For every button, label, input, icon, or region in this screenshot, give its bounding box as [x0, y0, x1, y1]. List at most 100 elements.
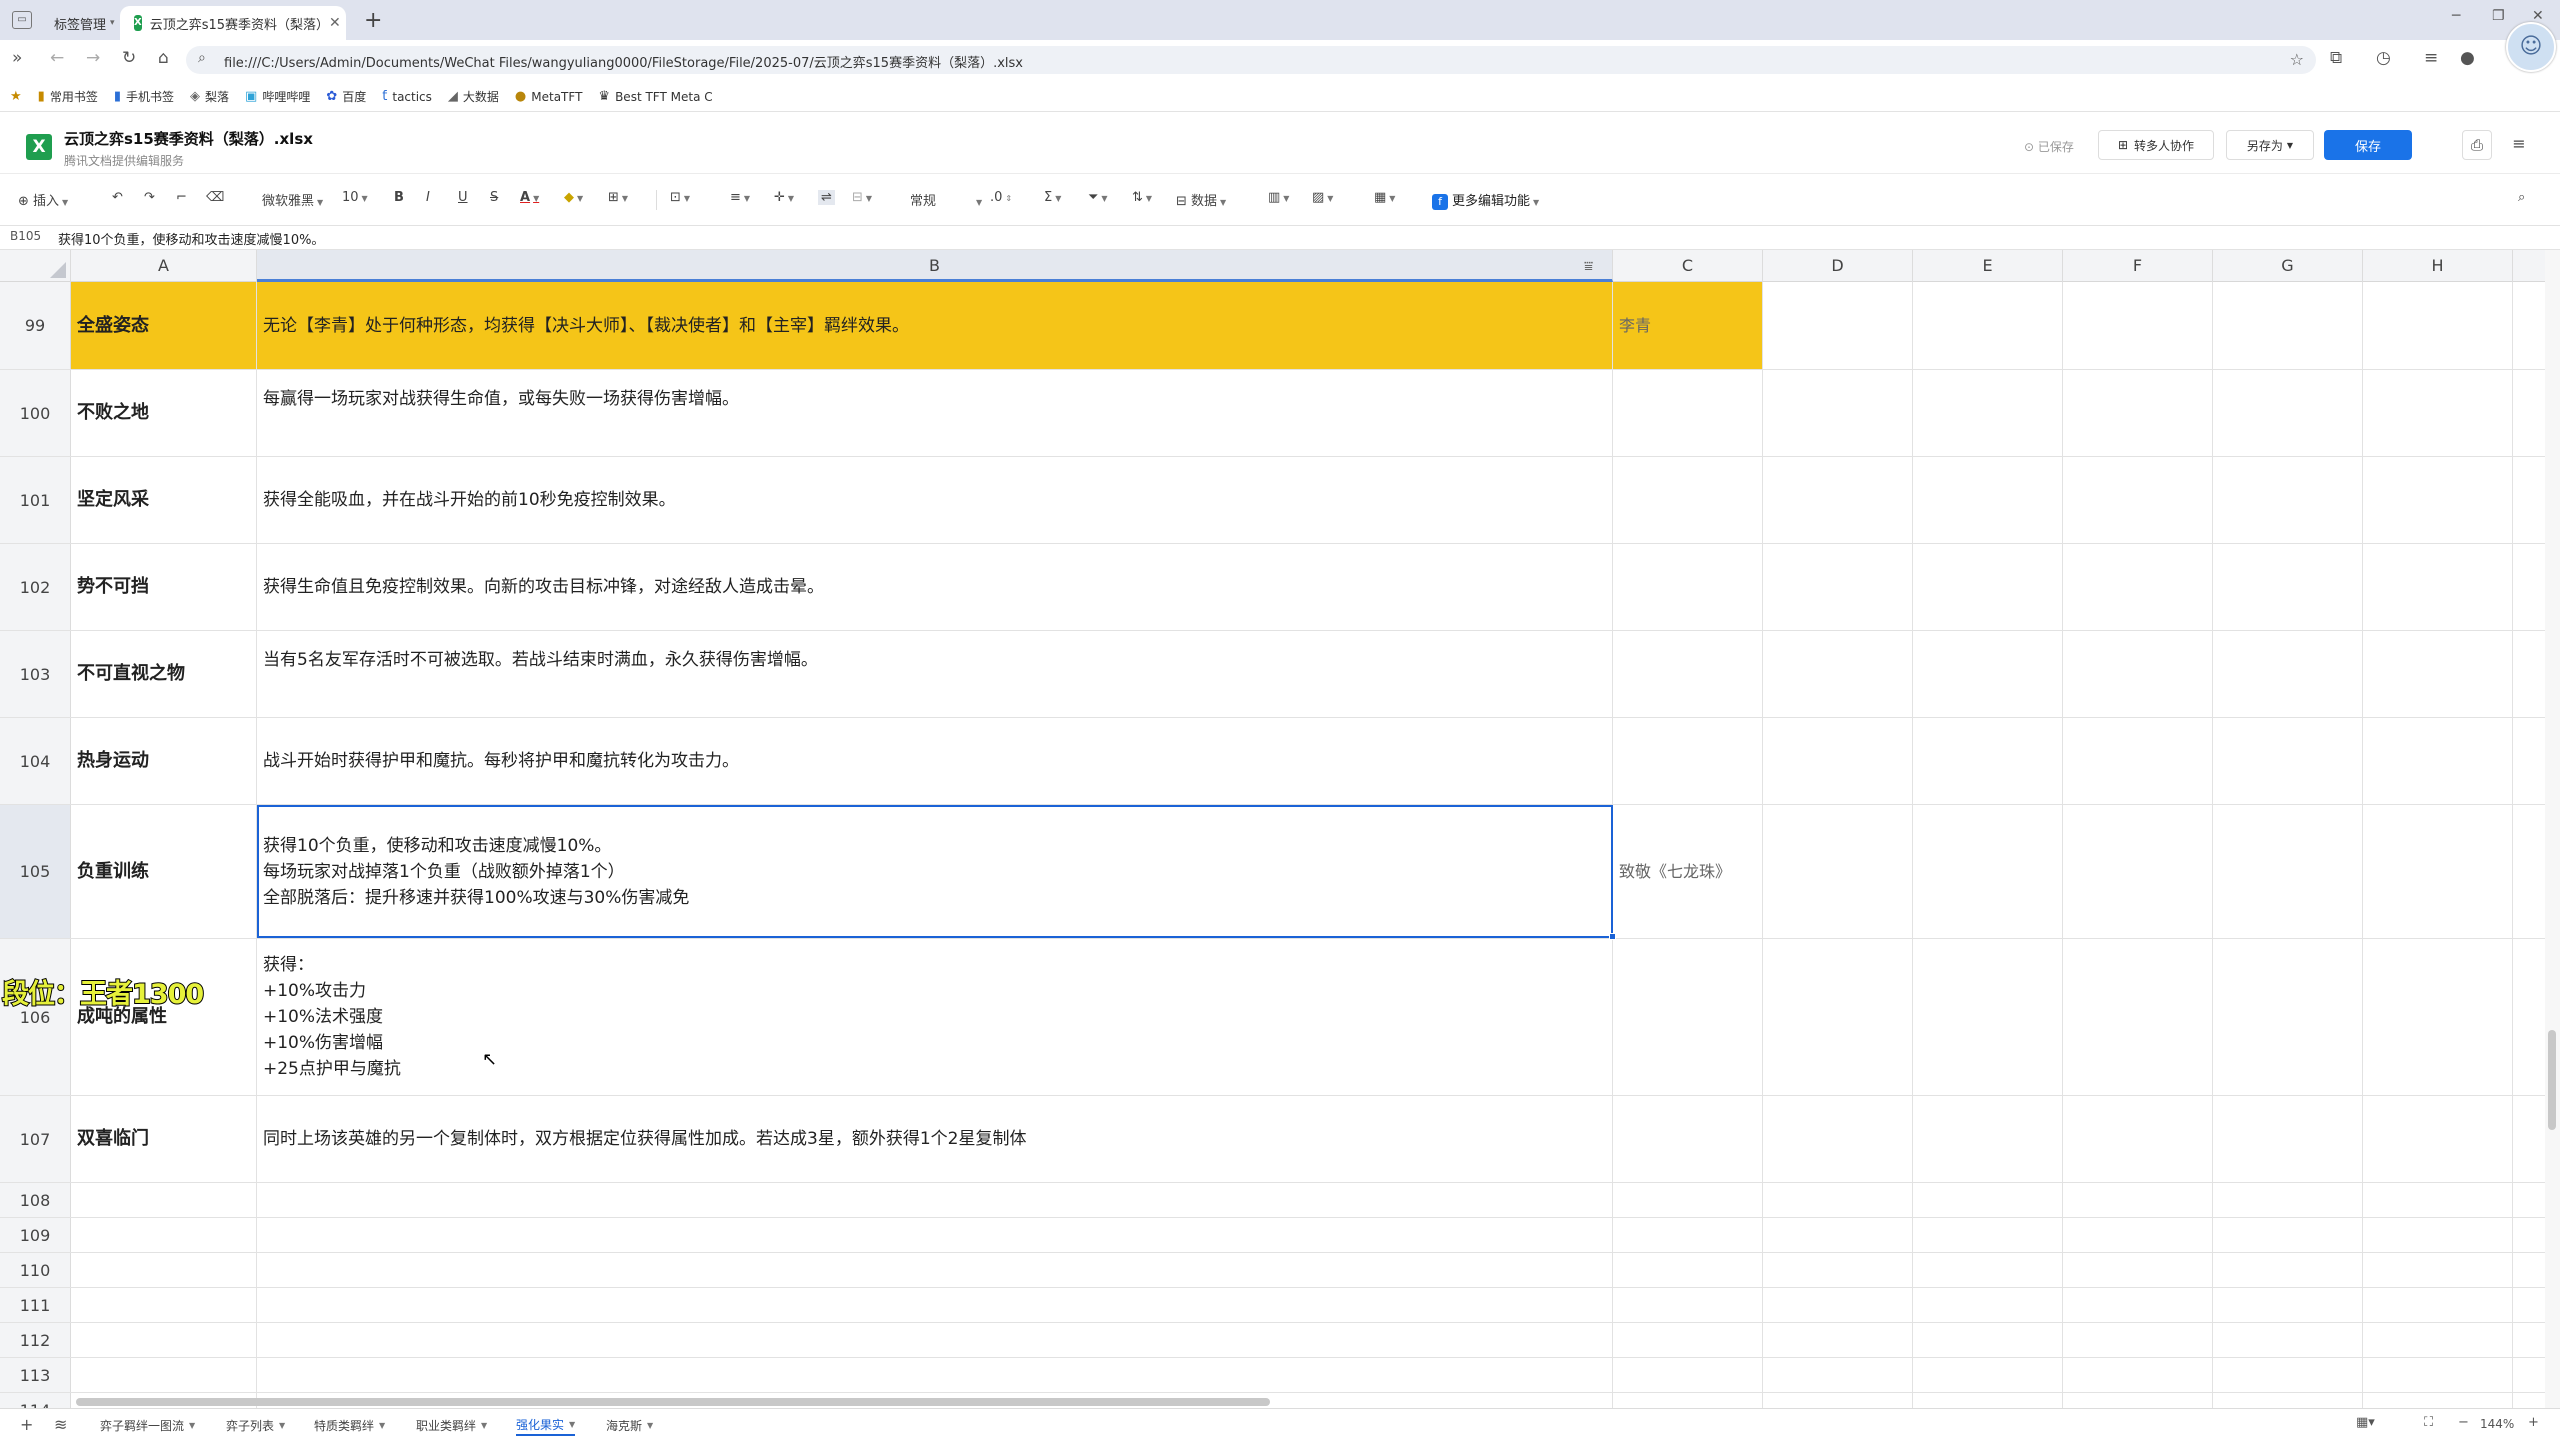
menu-icon[interactable]: ≡	[2504, 130, 2534, 160]
cell-c[interactable]	[1613, 1218, 1763, 1252]
cell-d[interactable]	[1763, 1253, 1913, 1287]
extensions-icon[interactable]: ⧉	[2330, 48, 2342, 68]
document-title[interactable]: 云顶之弈s15赛季资料（梨落）.xlsx	[64, 128, 313, 149]
cell-b[interactable]	[257, 1288, 1613, 1322]
browser-tab-spreadsheet[interactable]: X 云顶之弈s15赛季资料（梨落） ✕	[120, 6, 346, 40]
sheet-tab[interactable]: 职业类羁绊 ▼	[416, 1414, 487, 1436]
cell-g[interactable]	[2213, 1323, 2363, 1357]
cell-b[interactable]	[257, 1183, 1613, 1217]
cell-c[interactable]	[1613, 718, 1763, 804]
view-mode-icon[interactable]: ▦▾	[2356, 1415, 2375, 1430]
reload-icon[interactable]: ↻	[122, 48, 136, 68]
cell-e[interactable]	[1913, 1253, 2063, 1287]
collaborate-button[interactable]: ⊞ 转多人协作	[2098, 130, 2214, 160]
cell-c[interactable]	[1613, 1183, 1763, 1217]
vertical-scrollbar[interactable]	[2548, 1030, 2556, 1130]
cell-f[interactable]	[2063, 370, 2213, 456]
column-header[interactable]: D	[1763, 250, 1913, 282]
number-format-select[interactable]: 常规 ▼	[910, 190, 982, 209]
cell-d[interactable]	[1763, 1323, 1913, 1357]
cell-h[interactable]	[2363, 805, 2513, 938]
user-avatar[interactable]: ☺	[2506, 22, 2556, 72]
column-header[interactable]: C	[1613, 250, 1763, 282]
cell-reference[interactable]: B105	[10, 229, 41, 243]
search-icon[interactable]: ⌕	[2518, 190, 2525, 205]
close-icon[interactable]: ✕	[329, 15, 341, 31]
save-button[interactable]: 保存	[2324, 130, 2412, 160]
bookmark-item[interactable]: ▮ 手机书签	[114, 88, 174, 105]
column-header[interactable]: A	[71, 250, 257, 282]
row-number[interactable]: 99	[0, 282, 71, 369]
cell-h[interactable]	[2363, 939, 2513, 1095]
cell-e[interactable]	[1913, 1183, 2063, 1217]
cell-c[interactable]	[1613, 1358, 1763, 1392]
row-number[interactable]: 101	[0, 457, 71, 543]
cell-e[interactable]	[1913, 1218, 2063, 1252]
cell-f[interactable]	[2063, 1393, 2213, 1408]
cell-g[interactable]	[2213, 1358, 2363, 1392]
cell-g[interactable]	[2213, 1393, 2363, 1408]
cell-e[interactable]	[1913, 457, 2063, 543]
cell-a[interactable]	[71, 1288, 257, 1322]
italic-button[interactable]: I	[426, 190, 430, 205]
history-icon[interactable]: ◷	[2376, 48, 2391, 68]
cell-h[interactable]	[2363, 457, 2513, 543]
home-icon[interactable]: ⌂	[158, 48, 169, 68]
cell-c[interactable]: 致敬《七龙珠》	[1613, 805, 1763, 938]
cell-b[interactable]: 获得生命值且免疫控制效果。向新的攻击目标冲锋，对途经敌人造成击晕。	[257, 544, 1613, 630]
cell-h[interactable]	[2363, 1393, 2513, 1408]
cell-e[interactable]	[1913, 370, 2063, 456]
undo-icon[interactable]: ↶	[112, 190, 123, 205]
profile-dot-icon[interactable]: ●	[2460, 48, 2475, 68]
cell-h[interactable]	[2363, 1253, 2513, 1287]
cell-a[interactable]: 热身运动	[71, 718, 257, 804]
cell-g[interactable]	[2213, 718, 2363, 804]
cell-b[interactable]: 同时上场该英雄的另一个复制体时，双方根据定位获得属性加成。若达成3星，额外获得1…	[257, 1096, 1613, 1182]
cell-e[interactable]	[1913, 1096, 2063, 1182]
cell-b[interactable]	[257, 1218, 1613, 1252]
row-number[interactable]: 108	[0, 1183, 71, 1217]
bookmark-item[interactable]: ♛ Best TFT Meta C	[598, 89, 712, 104]
cell-e[interactable]	[1913, 1288, 2063, 1322]
cell-c[interactable]	[1613, 1096, 1763, 1182]
add-sheet-icon[interactable]: +	[20, 1415, 33, 1434]
cell-d[interactable]	[1763, 1183, 1913, 1217]
cell-c[interactable]	[1613, 631, 1763, 717]
row-number[interactable]: 102	[0, 544, 71, 630]
cell-e[interactable]	[1913, 544, 2063, 630]
cell-h[interactable]	[2363, 1218, 2513, 1252]
view-button[interactable]: ▦ ▼	[1374, 190, 1395, 205]
cell-g[interactable]	[2213, 1183, 2363, 1217]
format-painter-icon[interactable]: ⌐	[176, 190, 187, 205]
cell-c[interactable]	[1613, 1393, 1763, 1408]
cell-g[interactable]	[2213, 457, 2363, 543]
cell-c[interactable]	[1613, 1288, 1763, 1322]
cell-d[interactable]	[1763, 1096, 1913, 1182]
cell-f[interactable]	[2063, 1323, 2213, 1357]
cell-g[interactable]	[2213, 1096, 2363, 1182]
cell-d[interactable]	[1763, 544, 1913, 630]
cell-c[interactable]	[1613, 1253, 1763, 1287]
zoom-in-icon[interactable]: +	[2528, 1415, 2539, 1430]
bookmark-item[interactable]: ● MetaTFT	[515, 89, 583, 104]
cell-h[interactable]	[2363, 1096, 2513, 1182]
cell-e[interactable]	[1913, 718, 2063, 804]
cell-b[interactable]: 每赢得一场玩家对战获得生命值，或每失败一场获得伤害增幅。	[257, 370, 1613, 456]
cell-a[interactable]	[71, 1358, 257, 1392]
wrap-text-button[interactable]: ⇌	[818, 190, 835, 205]
cell-d[interactable]	[1763, 370, 1913, 456]
cell-g[interactable]	[2213, 939, 2363, 1095]
cell-c[interactable]	[1613, 370, 1763, 456]
cell-h[interactable]	[2363, 1288, 2513, 1322]
font-family-select[interactable]: 微软雅黑 ▼	[262, 190, 323, 209]
column-header[interactable]: F	[2063, 250, 2213, 282]
row-number[interactable]: 112	[0, 1323, 71, 1357]
cell-d[interactable]	[1763, 939, 1913, 1095]
cell-f[interactable]	[2063, 457, 2213, 543]
font-color-button[interactable]: A ▼	[520, 190, 539, 205]
print-icon[interactable]: ⎙	[2462, 130, 2492, 160]
cell-b[interactable]	[257, 1253, 1613, 1287]
column-header[interactable]: B	[257, 250, 1613, 282]
bookmark-item[interactable]: ▣ 哔哩哔哩	[245, 88, 310, 105]
row-number[interactable]: 110	[0, 1253, 71, 1287]
